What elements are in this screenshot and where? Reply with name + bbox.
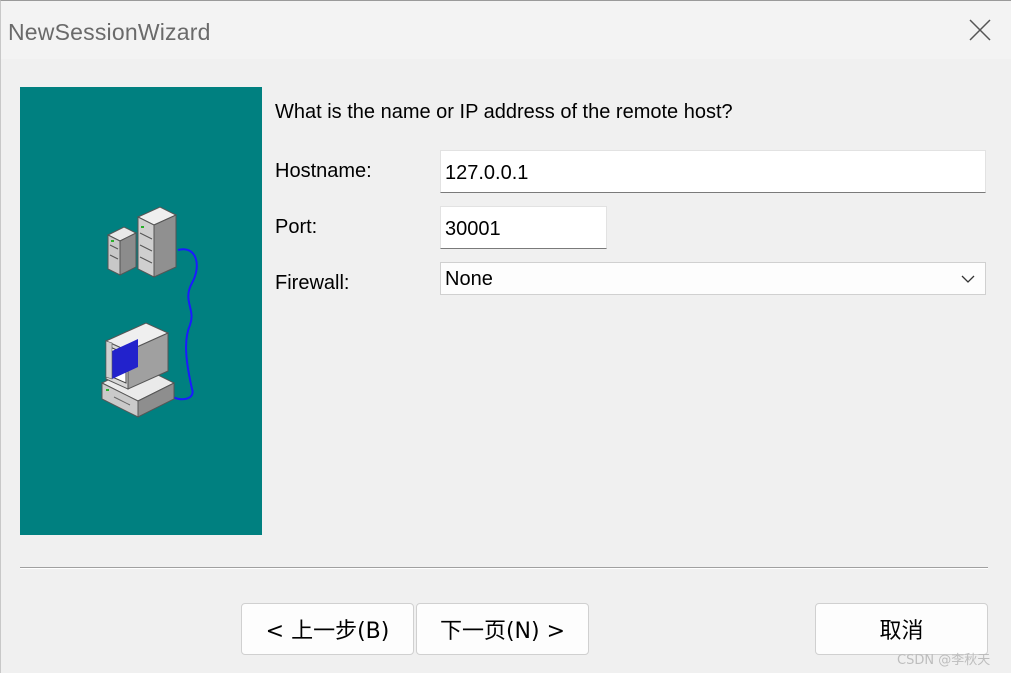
- firewall-selected-value: None: [445, 268, 493, 290]
- computer-icon: [100, 322, 176, 418]
- back-button[interactable]: < 上一步(B): [241, 603, 414, 655]
- close-icon: [969, 19, 991, 41]
- wizard-illustration-panel: [20, 87, 262, 535]
- watermark: CSDN @李秋天: [897, 653, 991, 668]
- firewall-label: Firewall:: [275, 272, 350, 294]
- network-cable-icon: [169, 248, 198, 401]
- cancel-button[interactable]: 取消: [815, 603, 988, 655]
- new-session-wizard-window: NewSessionWizard What is the name or IP …: [0, 0, 1011, 673]
- host-question-label: What is the name or IP address of the re…: [275, 101, 733, 123]
- chevron-down-icon: [961, 275, 975, 283]
- title-bar: NewSessionWizard: [1, 1, 1011, 59]
- port-label: Port:: [275, 216, 318, 238]
- next-button[interactable]: 下一页(N) >: [416, 603, 589, 655]
- port-input[interactable]: [440, 206, 607, 249]
- close-button[interactable]: [957, 7, 1003, 53]
- server-icon: [106, 206, 178, 278]
- hostname-label: Hostname:: [275, 160, 372, 182]
- footer-separator: [20, 567, 988, 569]
- hostname-input[interactable]: [440, 150, 986, 193]
- window-title: NewSessionWizard: [8, 19, 211, 45]
- firewall-select[interactable]: None: [440, 262, 986, 295]
